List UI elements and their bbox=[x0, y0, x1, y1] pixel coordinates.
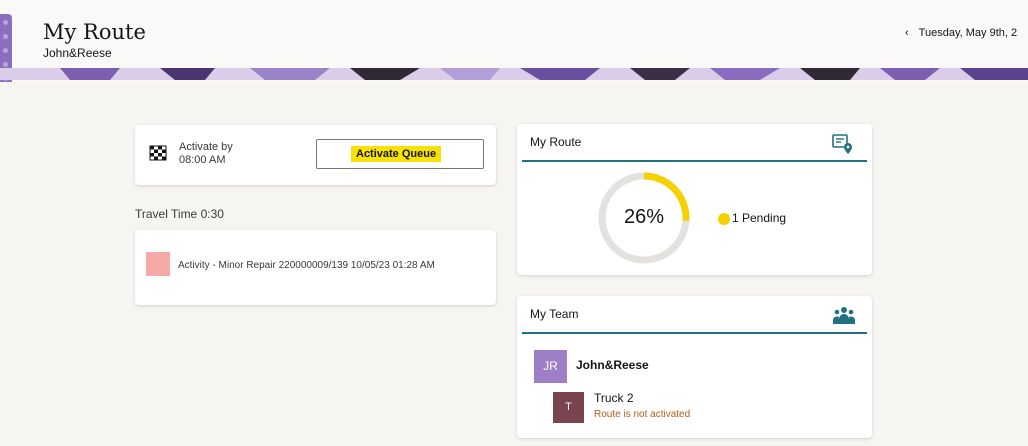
date-navigator[interactable]: ‹ Tuesday, May 9th, 2 bbox=[905, 27, 1017, 39]
activate-by-time: 08:00 AM bbox=[179, 154, 226, 166]
chevron-left-icon[interactable]: ‹ bbox=[905, 27, 909, 39]
activate-by-label: Activate by bbox=[179, 141, 233, 153]
truck-name[interactable]: Truck 2 bbox=[594, 391, 634, 405]
activate-card: Activate by 08:00 AM Activate Queue bbox=[135, 125, 496, 185]
truck-avatar: T bbox=[553, 392, 584, 423]
pending-status-dot bbox=[718, 213, 730, 225]
team-name[interactable]: John&Reese bbox=[576, 358, 649, 372]
current-date: Tuesday, May 9th, 2 bbox=[918, 27, 1018, 39]
truck-route-status: Route is not activated bbox=[594, 409, 691, 420]
page-title: My Route bbox=[43, 20, 146, 44]
route-progress-percent: 26% bbox=[623, 206, 665, 228]
my-team-card: My Team JR John&Reese T Truck 2 Route is… bbox=[517, 296, 872, 438]
activity-status-swatch bbox=[146, 252, 170, 276]
my-route-card: My Route 26% 1 Pending bbox=[517, 124, 872, 275]
tab-pattern-dot bbox=[3, 34, 8, 39]
activity-description: Activity - Minor Repair 220000009/139 10… bbox=[178, 260, 435, 271]
my-team-divider bbox=[522, 332, 867, 334]
activity-card[interactable]: Activity - Minor Repair 220000009/139 10… bbox=[135, 230, 496, 305]
pending-count: 1 Pending bbox=[732, 211, 787, 225]
activate-queue-label: Activate Queue bbox=[351, 146, 442, 162]
activate-queue-button[interactable]: Activate Queue bbox=[316, 139, 484, 169]
checkered-flag-icon bbox=[149, 145, 167, 163]
tab-pattern-dot bbox=[3, 48, 8, 53]
my-route-divider bbox=[522, 160, 867, 162]
page-subtitle: John&Reese bbox=[43, 46, 112, 60]
tab-pattern-dot bbox=[3, 20, 8, 25]
team-group-icon[interactable] bbox=[832, 305, 856, 325]
page-header: My Route John&Reese ‹ Tuesday, May 9th, 2 bbox=[0, 0, 1028, 82]
team-avatar: JR bbox=[534, 350, 567, 383]
my-route-title: My Route bbox=[530, 135, 582, 149]
travel-time: Travel Time 0:30 bbox=[135, 207, 224, 221]
decorative-pattern-band bbox=[0, 68, 1028, 80]
route-map-icon[interactable] bbox=[832, 133, 854, 155]
tab-pattern-dot bbox=[3, 62, 8, 67]
my-team-title: My Team bbox=[530, 307, 579, 321]
